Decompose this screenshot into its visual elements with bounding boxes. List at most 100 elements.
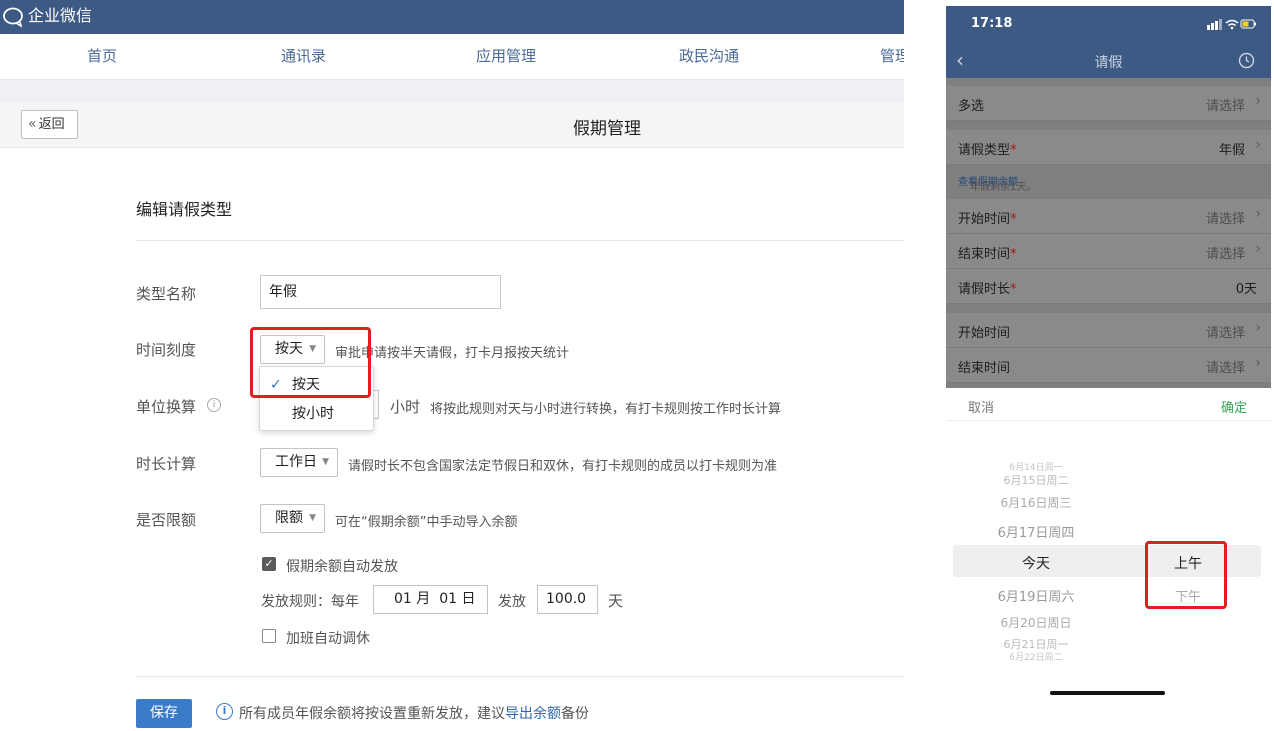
required-mark: * xyxy=(1010,247,1017,262)
spacer-bar xyxy=(0,80,904,102)
auto-issue-checkbox[interactable]: ✓ xyxy=(262,557,276,571)
row-label: 结束时间 xyxy=(958,247,1011,262)
row-value: 请选择 xyxy=(1205,326,1245,341)
rule-day: 01 xyxy=(439,591,458,607)
nav-gov-communication[interactable]: 政民沟通 xyxy=(679,46,739,66)
top-bar: 企业微信 xyxy=(0,0,904,34)
chevron-right-icon: › xyxy=(1255,355,1261,371)
home-indicator xyxy=(1050,691,1165,695)
rule-day-unit: 日 xyxy=(461,591,476,607)
rule-month: 01 xyxy=(394,591,412,607)
unit-conversion-label: 单位换算 xyxy=(136,398,197,416)
wheel-item: 6月17日周四 xyxy=(997,526,1075,541)
wheel-item: 6月19日周六 xyxy=(997,590,1075,605)
duration-value: 工作日 xyxy=(275,454,317,470)
chevron-right-icon: › xyxy=(1255,137,1261,153)
row-label: 开始时间 xyxy=(958,212,1011,227)
row-leave-type[interactable]: 请假类型* 年假 › xyxy=(946,130,1271,165)
nav-home[interactable]: 首页 xyxy=(87,46,117,66)
caret-down-icon: ▼ xyxy=(322,457,329,467)
duration-label: 时长计算 xyxy=(136,455,197,473)
nav-contacts[interactable]: 通讯录 xyxy=(281,46,326,66)
status-bar: 17:18 xyxy=(946,6,1271,44)
overtime-checkbox[interactable] xyxy=(262,629,276,643)
info-icon: i xyxy=(216,703,233,720)
duration-select[interactable]: 工作日 ▼ xyxy=(260,448,338,477)
issue-amount-input[interactable]: 100.0 xyxy=(537,585,598,614)
picker-cancel-button[interactable]: 取消 xyxy=(968,397,994,416)
notice-prefix: 所有成员年假余额将按设置重新发放，建议 xyxy=(239,706,505,722)
row-duration: 请假时长* 0天 xyxy=(946,269,1271,304)
row-label: 开始时间 xyxy=(958,326,1011,341)
title-bar: «返回 假期管理 xyxy=(0,102,904,148)
phone-screen: 17:18 ‹ 请假 多选 请选择 › 请假类型* 年假 › 年假剩余1天。 查看… xyxy=(946,6,1271,703)
phone-title: 请假 xyxy=(1094,55,1123,71)
row-value: 年假 xyxy=(1218,143,1245,158)
wheel-item: 6月16日周三 xyxy=(1000,496,1072,510)
back-label: 返回 xyxy=(38,117,65,132)
row-value: 0天 xyxy=(1235,282,1257,297)
phone-nav-bar: ‹ 请假 xyxy=(946,44,1271,78)
save-button[interactable]: 保存 xyxy=(136,699,192,728)
chevron-right-icon: › xyxy=(1255,241,1261,257)
row-value: 请选择 xyxy=(1205,247,1245,262)
type-name-label: 类型名称 xyxy=(136,285,197,303)
nav-management[interactable]: 管理 xyxy=(880,46,904,66)
nav-app-management[interactable]: 应用管理 xyxy=(476,46,536,66)
history-clock-icon[interactable] xyxy=(1238,52,1255,69)
highlight-box xyxy=(1145,541,1227,609)
page-title: 假期管理 xyxy=(573,119,641,139)
row-multi-select[interactable]: 多选 请选择 › xyxy=(946,86,1271,121)
wheel-item-selected: 今天 xyxy=(1022,556,1050,572)
notice-text: 所有成员年假余额将按设置重新发放，建议导出余额备份 xyxy=(239,703,589,723)
limit-select[interactable]: 限额 ▼ xyxy=(260,504,325,533)
section-title: 编辑请假类型 xyxy=(136,200,233,219)
limit-value: 限额 xyxy=(275,510,303,526)
chevron-right-icon: › xyxy=(1255,93,1261,109)
wheel-item: 6月22日周二 xyxy=(1009,653,1063,663)
picker-confirm-button[interactable]: 确定 xyxy=(1221,397,1247,416)
main-nav: 首页 通讯录 应用管理 政民沟通 管理 xyxy=(0,34,904,80)
status-icons xyxy=(1207,19,1256,30)
option-by-hour[interactable]: 按小时 xyxy=(260,400,373,428)
wheel-item: 6月15日周二 xyxy=(1003,474,1069,487)
row-end-time[interactable]: 结束时间* 请选择 › xyxy=(946,234,1271,269)
rule-label: 发放规则：每年 xyxy=(261,594,359,610)
row-start-time[interactable]: 开始时间* 请选择 › xyxy=(946,199,1271,234)
unit-hint: 将按此规则对天与小时进行转换，有打卡规则按工作时长计算 xyxy=(430,402,782,417)
option-by-hour-label: 按小时 xyxy=(292,406,334,422)
duration-hint: 请假时长不包含国家法定节假日和双休，有打卡规则的成员以打卡规则为准 xyxy=(348,459,778,474)
row-label: 结束时间 xyxy=(958,361,1011,376)
divider xyxy=(136,676,904,677)
auto-issue-label: 假期余额自动发放 xyxy=(286,559,398,575)
required-mark: * xyxy=(1010,143,1017,158)
issue-unit: 天 xyxy=(608,592,624,610)
unit-suffix: 小时 xyxy=(390,398,421,416)
row-label: 请假类型 xyxy=(958,143,1011,158)
required-mark: * xyxy=(1010,212,1017,227)
rule-month-unit: 月 xyxy=(416,591,431,607)
info-icon[interactable]: i xyxy=(207,398,221,412)
balance-note-text: 年假剩余1天。 xyxy=(970,182,1037,193)
export-balance-link[interactable]: 导出余额 xyxy=(505,706,561,722)
required-mark: * xyxy=(1010,282,1017,297)
back-button[interactable]: «返回 xyxy=(21,110,78,139)
picker-header: 取消 确定 xyxy=(946,388,1271,421)
row-value: 请选择 xyxy=(1205,361,1245,376)
status-time: 17:18 xyxy=(971,16,1013,31)
row-value: 请选择 xyxy=(1205,99,1245,114)
type-name-input[interactable]: 年假 xyxy=(260,275,501,309)
overtime-label: 加班自动调休 xyxy=(286,631,370,647)
issue-date-input[interactable]: 01 月 01 日 xyxy=(373,585,488,614)
wecom-logo-icon xyxy=(3,7,23,28)
row-value: 请选择 xyxy=(1205,212,1245,227)
row-start-time-2[interactable]: 开始时间 请选择 › xyxy=(946,313,1271,348)
limit-label: 是否限额 xyxy=(136,511,197,529)
row-label: 多选 xyxy=(958,99,985,114)
row-end-time-2[interactable]: 结束时间 请选择 › xyxy=(946,348,1271,383)
limit-hint: 可在“假期余额”中手动导入余额 xyxy=(335,515,518,530)
brand-name: 企业微信 xyxy=(28,6,93,25)
notice-suffix: 备份 xyxy=(561,706,589,722)
chevron-right-icon: › xyxy=(1255,320,1261,336)
balance-note: 年假剩余1天。 查看假期余额 xyxy=(946,168,1271,193)
